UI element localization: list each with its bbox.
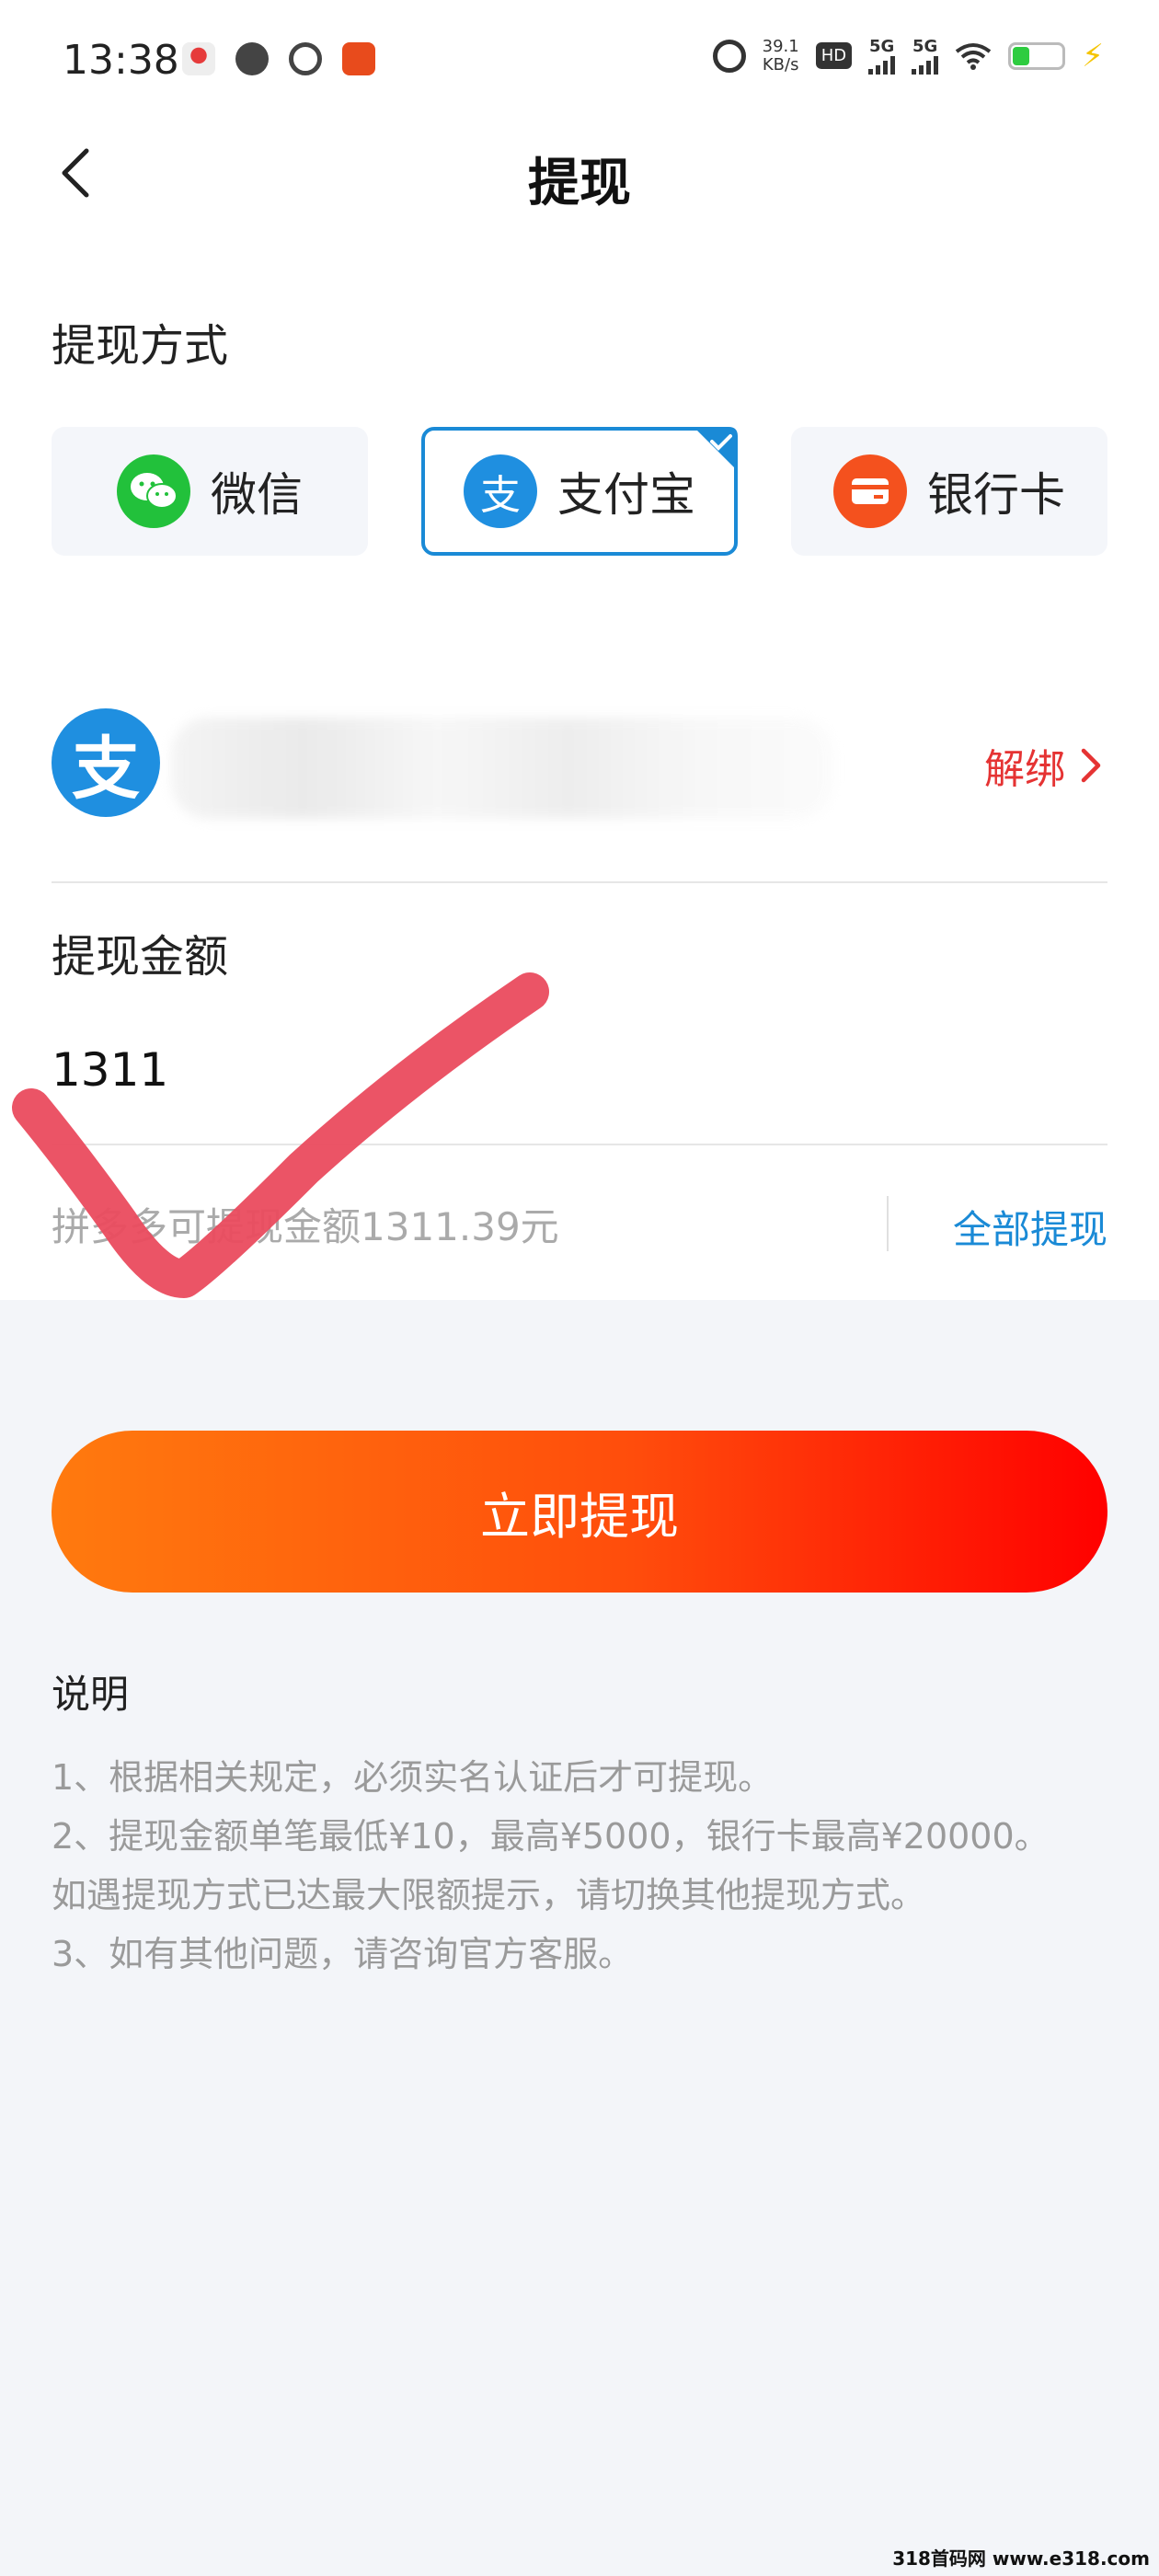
battery-icon xyxy=(1008,41,1066,70)
alarm-icon xyxy=(712,39,746,73)
linked-account-row: 支 解绑 xyxy=(52,708,1107,846)
chevron-right-icon xyxy=(1081,748,1101,783)
wechat-notification-icon xyxy=(235,42,269,75)
bank-card-icon xyxy=(833,454,907,528)
method-option-bank-card[interactable]: 银行卡 xyxy=(791,427,1107,556)
note-line: 1、根据相关规定，必须实名认证后才可提现。 xyxy=(52,1757,774,1798)
signal-bars-icon xyxy=(912,56,939,75)
notification-icons xyxy=(182,42,375,75)
signal-sim2: 5G xyxy=(912,37,939,75)
withdraw-all-button[interactable]: 全部提现 xyxy=(953,1199,1107,1255)
method-label: 银行卡 xyxy=(927,468,1065,522)
amount-input[interactable] xyxy=(52,1029,1063,1111)
withdraw-method-label: 提现方式 xyxy=(52,320,229,372)
sim2-label: 5G xyxy=(912,37,938,56)
withdraw-method-options: 微信 支 支付宝 银行卡 xyxy=(52,427,1107,556)
charging-icon: ⚡ xyxy=(1082,37,1104,75)
alipay-avatar-icon: 支 xyxy=(52,708,160,817)
nav-header: 提现 xyxy=(0,129,1159,230)
signal-sim1: 5G xyxy=(868,37,896,75)
taobao-icon xyxy=(342,42,375,75)
selected-check-icon xyxy=(694,427,738,471)
status-indicators: 39.1 KB/s HD 5G 5G ⚡ xyxy=(712,36,1104,75)
divider xyxy=(52,881,1107,883)
net-speed: 39.1 KB/s xyxy=(762,36,799,75)
method-option-alipay[interactable]: 支 支付宝 xyxy=(421,427,738,556)
method-label: 支付宝 xyxy=(557,468,695,522)
status-time: 13:38 xyxy=(63,37,179,84)
page-title: 提现 xyxy=(528,154,631,213)
hd-badge: HD xyxy=(815,42,853,69)
alipay-icon: 支 xyxy=(464,454,537,528)
sync-icon xyxy=(289,42,322,75)
sim1-label: 5G xyxy=(868,37,895,56)
note-line: 3、如有其他问题，请咨询官方客服。 xyxy=(52,1934,634,1974)
watermark: 318首码网 www.e318.com xyxy=(892,2547,1150,2570)
withdraw-now-button[interactable]: 立即提现 xyxy=(52,1431,1107,1593)
status-bar: 13:38 39.1 KB/s HD 5G 5G ⚡ xyxy=(0,0,1159,129)
notes-title: 说明 xyxy=(52,1672,130,1717)
divider xyxy=(52,1144,1107,1145)
wifi-icon xyxy=(955,42,992,70)
net-speed-unit: KB/s xyxy=(762,54,799,75)
unbind-label: 解绑 xyxy=(984,746,1065,793)
method-option-wechat[interactable]: 微信 xyxy=(52,427,368,556)
note-line: 2、提现金额单笔最低¥10，最高¥5000，银行卡最高¥20000。 xyxy=(52,1816,1050,1857)
withdraw-amount-label: 提现金额 xyxy=(52,931,229,983)
vertical-divider xyxy=(887,1196,889,1251)
available-amount-text: 拼多多可提现金额1311.39元 xyxy=(52,1204,559,1249)
account-name-blurred xyxy=(171,718,833,819)
net-speed-value: 39.1 xyxy=(762,36,799,56)
unbind-button[interactable]: 解绑 xyxy=(984,736,1107,795)
method-label: 微信 xyxy=(211,468,303,522)
wechat-icon xyxy=(117,454,190,528)
signal-bars-icon xyxy=(868,56,896,75)
note-line: 如遇提现方式已达最大限额提示，请切换其他提现方式。 xyxy=(52,1875,926,1915)
notes-list: 1、根据相关规定，必须实名认证后才可提现。 2、提现金额单笔最低¥10，最高¥5… xyxy=(52,1748,1146,1984)
map-pin-icon xyxy=(182,42,215,75)
